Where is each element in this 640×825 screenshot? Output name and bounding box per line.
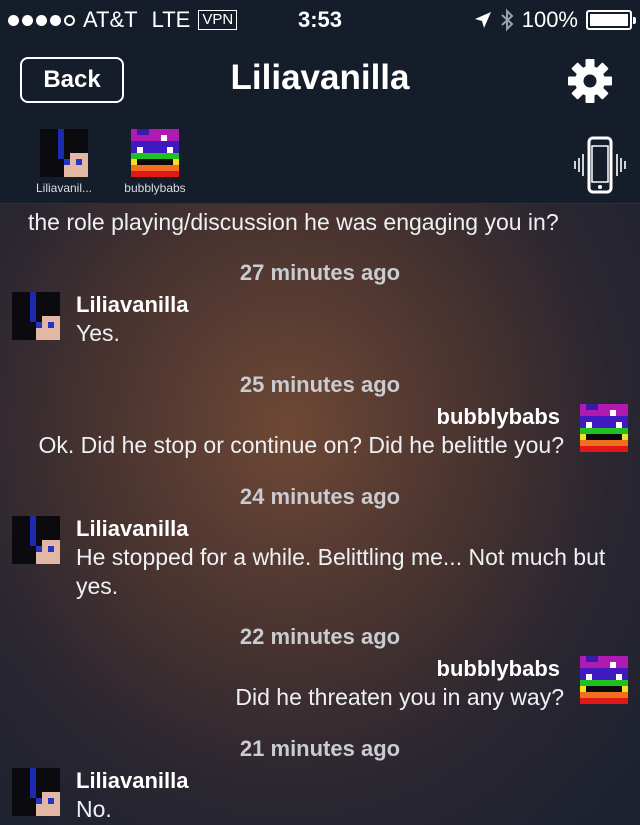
- message-text: Ok. Did he stop or continue on? Did he b…: [38, 432, 565, 458]
- battery-percent: 100%: [521, 7, 578, 32]
- message-text: Yes.: [76, 320, 120, 346]
- bubblybabs-avatar: [131, 129, 179, 177]
- status-left: AT&T LTE VPN: [8, 0, 238, 40]
- message-sender: Liliavanilla: [76, 292, 189, 317]
- chat-history[interactable]: the role playing/discussion he was engag…: [0, 204, 640, 825]
- timestamp: 22 minutes ago: [239, 624, 401, 649]
- liliavanilla-avatar: [40, 129, 88, 177]
- message-incoming: Liliavanilla He stopped for a while. Bel…: [0, 516, 640, 606]
- message-text: the role playing/discussion he was engag…: [28, 209, 559, 235]
- message-sender: Liliavanilla: [76, 516, 189, 541]
- message-outgoing: bubblybabs Did he threaten you in any wa…: [0, 656, 640, 716]
- carrier-label: AT&T: [83, 7, 138, 32]
- participants-bar: Liliavanil... bubblybabs: [0, 122, 640, 204]
- timestamp: 25 minutes ago: [239, 372, 401, 397]
- message-incoming: Liliavanilla No.: [0, 768, 640, 825]
- message-sender: Liliavanilla: [76, 768, 189, 793]
- network-label: LTE: [151, 7, 191, 32]
- navigation-bar: Back Liliavanilla: [0, 40, 640, 122]
- participant-name: bubblybabs: [124, 181, 186, 195]
- liliavanilla-avatar[interactable]: [12, 768, 60, 816]
- signal-dot: [64, 14, 75, 26]
- message-sender: bubblybabs: [436, 404, 560, 429]
- cut-off-message: the role playing/discussion he was engag…: [0, 204, 640, 238]
- message-sender: bubblybabs: [436, 656, 560, 681]
- back-button[interactable]: Back: [20, 57, 124, 103]
- vpn-badge: VPN: [198, 10, 238, 30]
- bubblybabs-avatar[interactable]: [580, 404, 628, 452]
- signal-dot: [22, 14, 33, 26]
- timestamp: 27 minutes ago: [239, 260, 401, 285]
- message-text: No.: [76, 796, 112, 822]
- message-text: Did he threaten you in any way?: [235, 684, 564, 710]
- status-right: 100%: [474, 0, 636, 40]
- liliavanilla-avatar[interactable]: [12, 292, 60, 340]
- battery-icon: [586, 10, 636, 30]
- bubblybabs-avatar[interactable]: [580, 656, 628, 704]
- message-incoming: Liliavanilla Yes.: [0, 292, 640, 352]
- participant-bubblybabs[interactable]: bubblybabs: [110, 129, 200, 195]
- signal-strength-icon: [8, 14, 75, 26]
- participant-liliavanilla[interactable]: Liliavanil...: [19, 129, 109, 195]
- message-outgoing: bubblybabs Ok. Did he stop or continue o…: [0, 404, 640, 464]
- message-text: He stopped for a while. Belittling me...…: [76, 544, 606, 599]
- location-arrow-icon: [474, 12, 491, 28]
- gear-icon[interactable]: [567, 58, 613, 104]
- battery-fill: [590, 14, 628, 26]
- participant-name: Liliavanil...: [35, 181, 93, 195]
- timestamp: 24 minutes ago: [239, 484, 401, 509]
- phone-vibrate-icon[interactable]: [574, 136, 626, 194]
- bluetooth-icon: [501, 8, 514, 32]
- liliavanilla-avatar[interactable]: [12, 516, 60, 564]
- timestamp: 21 minutes ago: [239, 736, 401, 761]
- status-bar: AT&T LTE VPN 3:53 100%: [0, 0, 640, 40]
- signal-dot: [8, 14, 19, 26]
- signal-dot: [50, 14, 61, 26]
- signal-dot: [36, 14, 47, 26]
